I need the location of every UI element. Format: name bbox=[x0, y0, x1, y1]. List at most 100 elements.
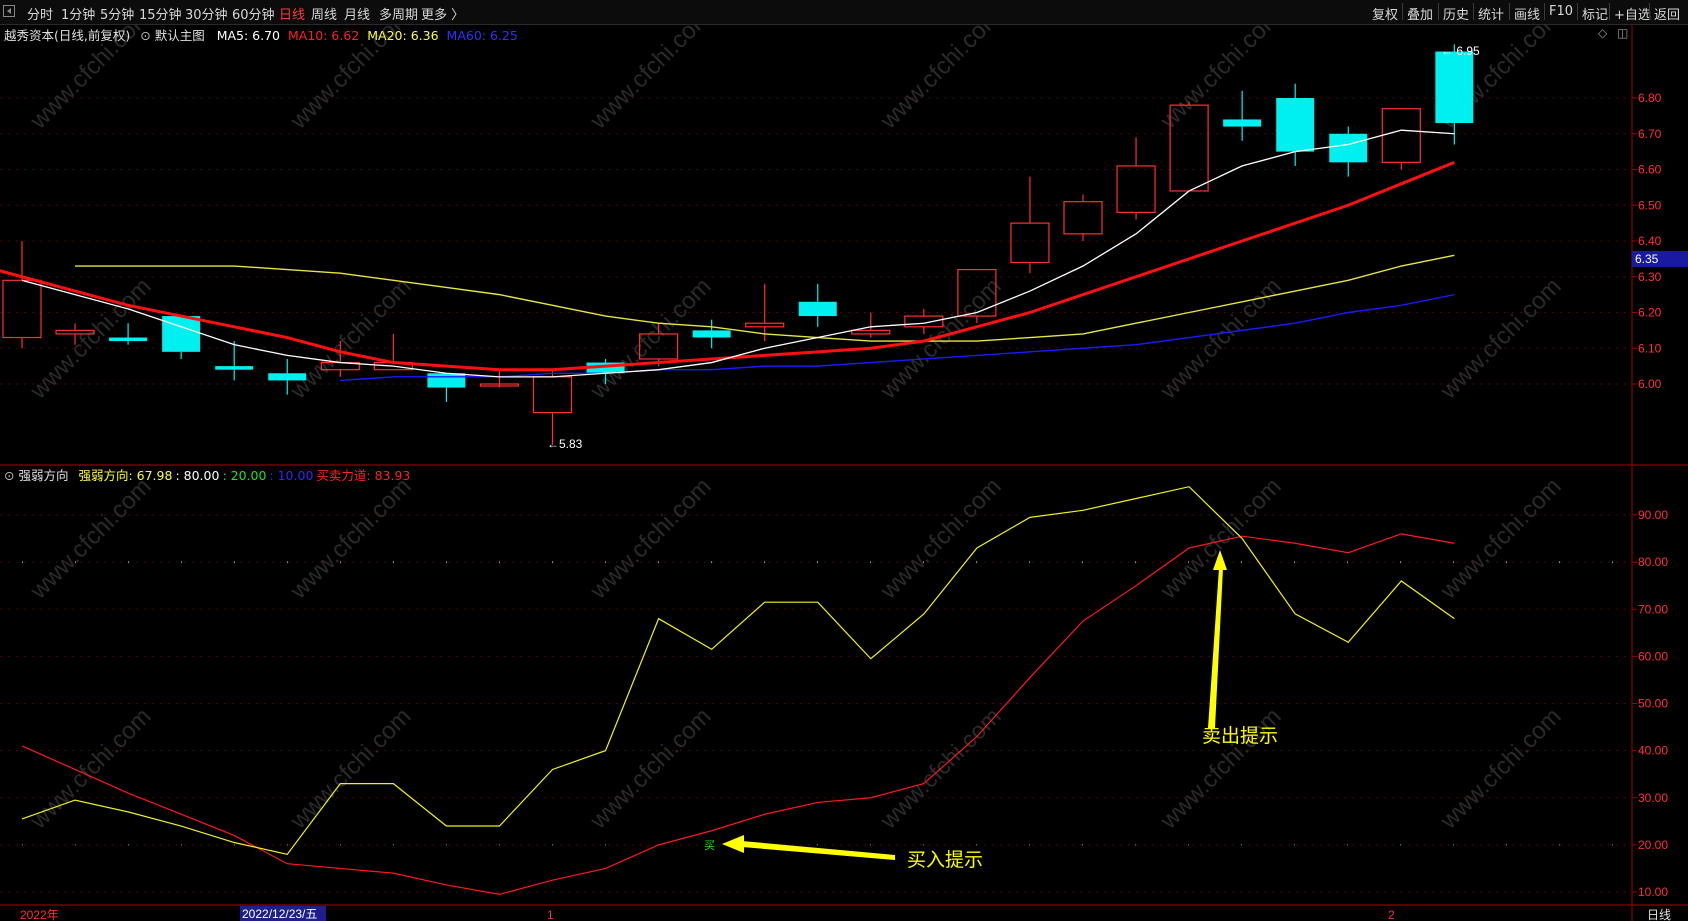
indicator-legend-item-2: : 20.00 bbox=[222, 468, 267, 483]
candle-26 bbox=[1381, 108, 1421, 170]
indicator-tick-label: 40.00 bbox=[1638, 744, 1668, 758]
watermark-text: www.cfchi.com bbox=[584, 273, 716, 405]
candle-body bbox=[1063, 201, 1103, 235]
period-tab-1[interactable]: 1分钟 bbox=[61, 4, 95, 23]
toolbar-button-3[interactable]: 统计 bbox=[1478, 4, 1504, 23]
indicator-tick-label: 80.00 bbox=[1638, 555, 1668, 569]
date-label-month-2: 2 bbox=[1388, 908, 1395, 921]
candle-body bbox=[1329, 133, 1368, 163]
price-tick-label: 6.20 bbox=[1638, 306, 1662, 320]
period-tab-5[interactable]: 60分钟 bbox=[232, 4, 275, 23]
indicator-title[interactable]: 强弱方向 bbox=[18, 468, 68, 483]
ma-legend-item-0: MA5: 6.70 bbox=[216, 28, 280, 43]
watermark-text: www.cfchi.com bbox=[874, 273, 1006, 405]
ma-legend-item-1: MA10: 6.62 bbox=[288, 28, 360, 43]
candle-body bbox=[692, 330, 731, 338]
watermark-text: www.cfchi.com bbox=[1154, 24, 1286, 135]
high-price-marker: ← 6.95 bbox=[1441, 44, 1480, 58]
ma5-line bbox=[21, 129, 1455, 378]
date-label-month-1: 1 bbox=[547, 908, 554, 921]
period-tab-7[interactable]: 周线 bbox=[311, 4, 337, 23]
price-tick-label: 6.40 bbox=[1638, 234, 1662, 248]
watermark-text: www.cfchi.com bbox=[24, 703, 156, 835]
period-tab-4[interactable]: 30分钟 bbox=[185, 4, 228, 23]
price-tick-label: 6.50 bbox=[1638, 198, 1662, 212]
indicator-tick-label: 60.00 bbox=[1638, 649, 1668, 663]
toolbar-button-6[interactable]: 标记 bbox=[1582, 4, 1608, 23]
watermark-text: www.cfchi.com bbox=[24, 473, 156, 605]
watermark-text: www.cfchi.com bbox=[874, 24, 1006, 135]
candle-9 bbox=[479, 369, 520, 388]
period-tab-0[interactable]: 分时 bbox=[27, 4, 53, 23]
stock-title[interactable]: 越秀资本(日线,前复权) bbox=[4, 28, 130, 43]
indicator-legend-item-4: 买卖力道: 83.93 bbox=[316, 468, 411, 483]
strength-line bbox=[21, 486, 1455, 855]
buy-signal-marker: 买 bbox=[704, 839, 715, 852]
indicator-legend-item-3: : 10.00 bbox=[269, 468, 314, 483]
period-tab-9[interactable]: 多周期 bbox=[379, 4, 418, 23]
buy-arrow-head bbox=[722, 835, 744, 853]
toolbar-button-2[interactable]: 历史 bbox=[1443, 4, 1469, 23]
candle-21 bbox=[1116, 137, 1156, 220]
candle-10 bbox=[532, 369, 573, 445]
candle-0 bbox=[2, 241, 42, 349]
candle-body bbox=[427, 373, 466, 388]
watermark-text: www.cfchi.com bbox=[584, 703, 716, 835]
toolbar-button-5[interactable]: F10 bbox=[1549, 4, 1573, 19]
toolbar-separator bbox=[1402, 3, 1403, 20]
toolbar-separator bbox=[1544, 3, 1545, 20]
menu-toggle-icon[interactable] bbox=[3, 5, 15, 17]
toolbar-button-8[interactable]: 返回 bbox=[1654, 4, 1680, 23]
period-tab-10[interactable]: 更多 〉 bbox=[421, 4, 464, 23]
template-label[interactable]: 默认主图 bbox=[155, 28, 205, 43]
indicator-panel-header: ⊙ 强弱方向 强弱方向: 67.98: 80.00: 20.00: 10.00 买… bbox=[4, 465, 410, 484]
buy-annotation-text: 买入提示 bbox=[907, 849, 983, 871]
ma-legend: MA5: 6.70 MA10: 6.62 MA20: 6.36 MA60: 6.25 bbox=[209, 28, 518, 43]
indicator-tick-label: 30.00 bbox=[1638, 791, 1668, 805]
indicator-legend-item-0: 强弱方向: 67.98 bbox=[78, 468, 173, 483]
candle-8 bbox=[427, 373, 466, 402]
watermark-text: www.cfchi.com bbox=[874, 473, 1006, 605]
toolbar-separator bbox=[1509, 3, 1510, 20]
date-label-selected: 2022/12/23/五 bbox=[242, 907, 317, 921]
template-chevron-icon[interactable]: ⊙ bbox=[140, 28, 150, 43]
price-tick-label: 6.80 bbox=[1638, 91, 1662, 105]
toolbar-separator bbox=[1609, 3, 1610, 20]
candle-body bbox=[745, 322, 785, 328]
candle-19 bbox=[1010, 176, 1050, 274]
toolbar-button-7[interactable]: +自选 bbox=[1614, 4, 1651, 23]
sell-annotation-text: 卖出提示 bbox=[1202, 725, 1278, 747]
candle-body bbox=[851, 329, 891, 335]
candle-body bbox=[1010, 222, 1050, 264]
collapse-icon[interactable]: ◇ bbox=[1598, 26, 1607, 40]
candle-body bbox=[532, 376, 573, 414]
indicator-legend: 强弱方向: 67.98: 80.00: 20.00: 10.00 买卖力道: 83… bbox=[72, 468, 410, 483]
date-label-year: 2022年 bbox=[20, 908, 59, 921]
period-tab-8[interactable]: 月线 bbox=[344, 4, 370, 23]
period-tab-3[interactable]: 15分钟 bbox=[139, 4, 182, 23]
watermark-text: www.cfchi.com bbox=[1434, 273, 1566, 405]
watermark-text: www.cfchi.com bbox=[284, 473, 416, 605]
toolbar-button-1[interactable]: 叠加 bbox=[1407, 4, 1433, 23]
candle-24 bbox=[1276, 83, 1315, 166]
price-tick-label: 6.30 bbox=[1638, 270, 1662, 284]
indicator-tick-label: 70.00 bbox=[1638, 602, 1668, 616]
period-toolbar: 分时 1分钟 5分钟 15分钟 30分钟 60分钟 日线 周线 月线 多周期 更多 〉 复权 叠加 历史统… bbox=[0, 0, 1688, 25]
watermark-text: www.cfchi.com bbox=[584, 24, 716, 135]
window-icon[interactable]: ◫ bbox=[1617, 26, 1628, 40]
toolbar-separator bbox=[1438, 3, 1439, 20]
candle-body bbox=[1223, 119, 1262, 127]
toolbar-button-0[interactable]: 复权 bbox=[1372, 4, 1398, 23]
buy-arrow-shaft bbox=[742, 841, 895, 860]
period-tab-2[interactable]: 5分钟 bbox=[100, 4, 134, 23]
indicator-chevron-icon[interactable]: ⊙ bbox=[4, 468, 14, 483]
candle-13 bbox=[692, 319, 731, 349]
candle-body bbox=[215, 366, 254, 370]
current-price-label: 6.35 bbox=[1635, 252, 1659, 266]
candle-body bbox=[162, 316, 201, 352]
period-tab-6[interactable]: 日线 bbox=[279, 4, 305, 23]
toolbar-button-4[interactable]: 画线 bbox=[1514, 4, 1540, 23]
price-tick-label: 6.10 bbox=[1638, 341, 1662, 355]
indicator-legend-item-1: : 80.00 bbox=[175, 468, 220, 483]
price-tick-label: 6.70 bbox=[1638, 127, 1662, 141]
